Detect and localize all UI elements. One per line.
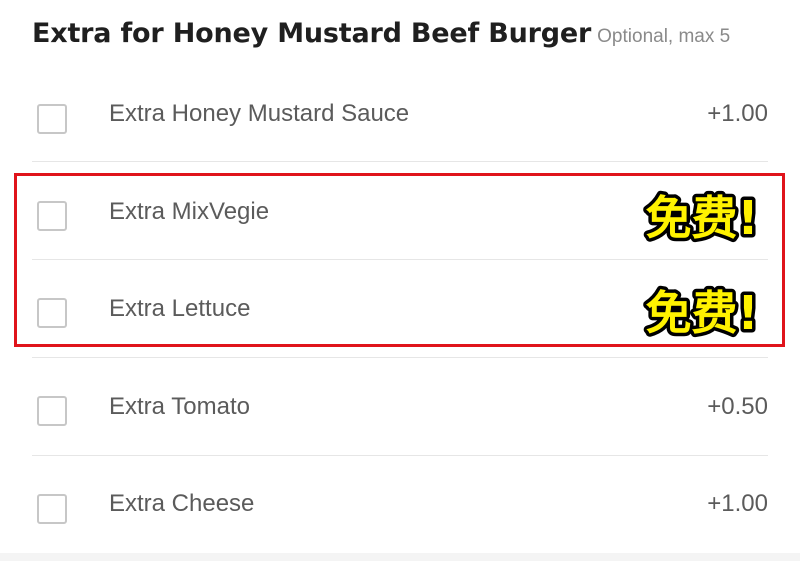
option-row[interactable]: Extra Honey Mustard Sauce +1.00 [0, 70, 800, 166]
divider [32, 161, 768, 162]
section-title: Extra for Honey Mustard Beef Burger [32, 18, 592, 49]
option-label: Extra Tomato [109, 393, 250, 420]
option-checkbox[interactable] [37, 396, 67, 426]
option-price: +0.50 [707, 393, 768, 420]
option-label: Extra Cheese [109, 490, 255, 517]
bottom-strip [0, 553, 800, 561]
option-checkbox[interactable] [37, 494, 67, 524]
option-label: Extra Honey Mustard Sauce [109, 100, 410, 127]
free-badge: 免费! [628, 283, 776, 339]
divider [32, 357, 768, 358]
section-subtitle: Optional, max 5 [597, 26, 731, 47]
option-row[interactable]: Extra Tomato +0.50 [0, 362, 800, 458]
option-price: +1.00 [707, 490, 768, 517]
section-header: Extra for Honey Mustard Beef Burger Optio… [32, 18, 730, 49]
free-badge-text: 免费! [646, 191, 759, 244]
divider [32, 455, 768, 456]
option-checkbox[interactable] [37, 104, 67, 134]
option-row[interactable]: Extra Cheese +1.00 [0, 458, 800, 554]
free-badge: 免费! [628, 188, 776, 244]
option-price: +1.00 [707, 100, 768, 127]
free-badge-text: 免费! [646, 286, 759, 339]
